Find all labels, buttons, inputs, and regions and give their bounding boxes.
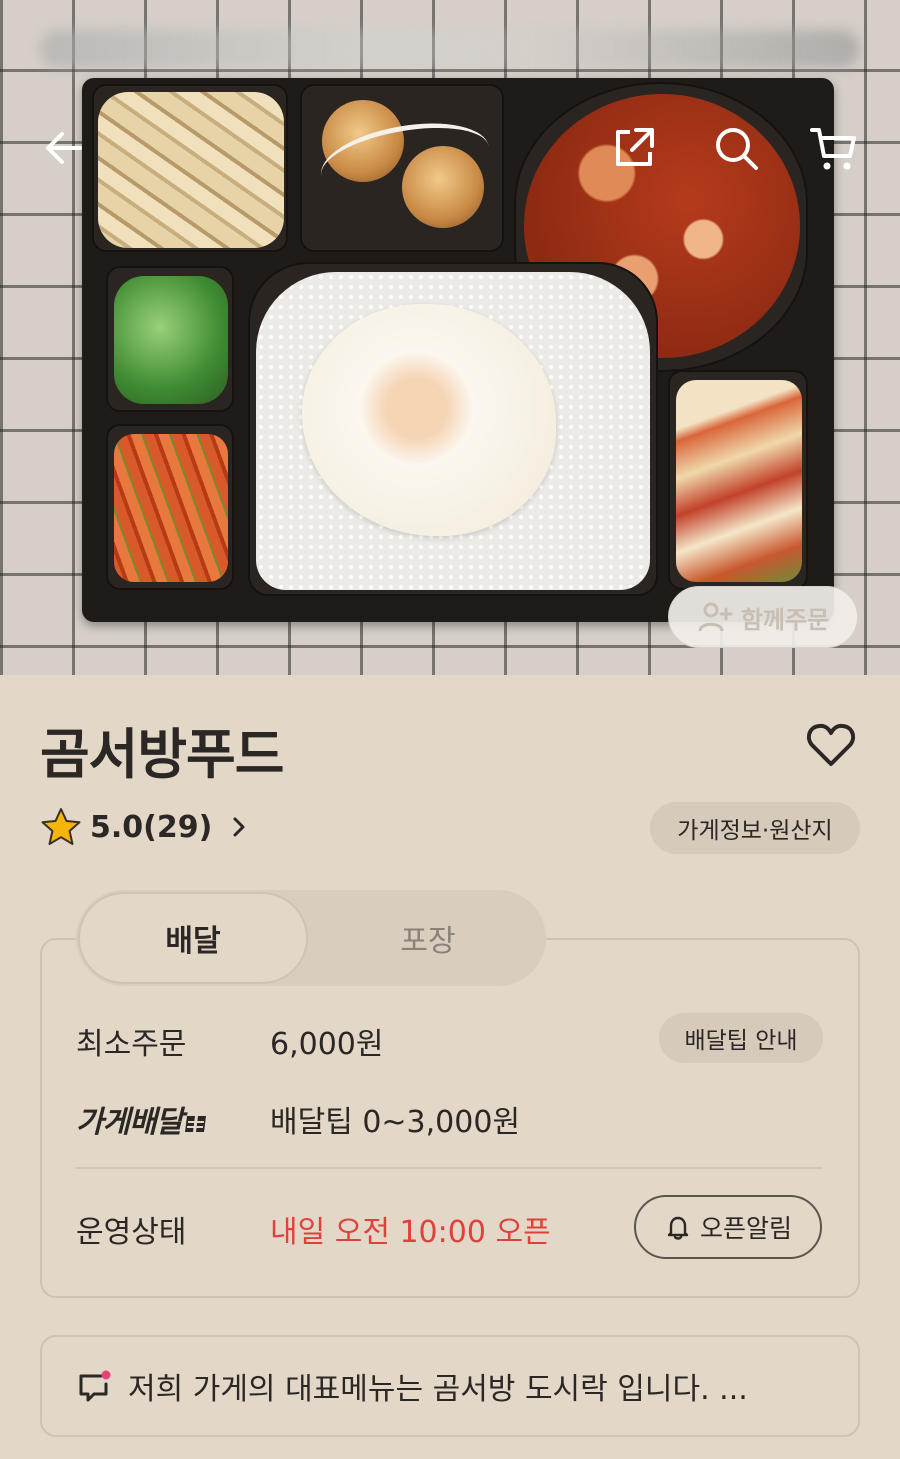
cart-button[interactable] xyxy=(808,122,860,174)
rating-link[interactable]: 5.0(29) xyxy=(40,803,254,851)
heart-outline-icon xyxy=(806,723,856,766)
search-icon xyxy=(716,128,758,170)
delivery-tip-value: 배달팁 0~3,000원 xyxy=(270,1105,521,1140)
min-order-value: 6,000원 xyxy=(270,1027,384,1062)
cart-icon xyxy=(810,128,856,170)
store-notice[interactable]: 저희 가게의 대표메뉴는 곰서방 도시락 입니다. ... xyxy=(40,1335,860,1437)
delivery-tip-info-button[interactable]: 배달팁 안내 xyxy=(659,1013,823,1063)
operating-status-value: 내일 오전 10:00 오픈 xyxy=(270,1215,551,1250)
store-name: 곰서방푸드 xyxy=(40,723,284,786)
back-button[interactable] xyxy=(40,122,92,174)
divider xyxy=(76,1167,822,1169)
group-order-button[interactable]: 함께주문 xyxy=(668,586,858,648)
status-bar xyxy=(40,30,860,68)
tab-delivery[interactable]: 배달 xyxy=(78,892,308,984)
bell-icon xyxy=(667,1216,689,1240)
tab-pickup[interactable]: 포장 xyxy=(312,890,544,986)
speech-bubble-icon xyxy=(79,1370,111,1402)
chevron-right-icon xyxy=(233,817,245,837)
order-type-tabs: 배달 포장 xyxy=(76,890,546,986)
group-order-label: 함께주문 xyxy=(740,605,830,634)
share-button[interactable] xyxy=(608,122,660,174)
open-alarm-button[interactable]: 오픈알림 xyxy=(634,1195,822,1259)
delivery-badge-icon xyxy=(185,1115,207,1132)
search-button[interactable] xyxy=(710,122,762,174)
min-order-label: 최소주문 xyxy=(76,1027,187,1062)
store-hero-image: 함께주문 xyxy=(0,0,900,675)
operating-status-label: 운영상태 xyxy=(76,1215,187,1250)
favorite-button[interactable] xyxy=(804,718,858,772)
store-info-button[interactable]: 가게정보·원산지 xyxy=(650,802,860,854)
open-alarm-label: 오픈알림 xyxy=(699,1214,792,1243)
rating-value: 5.0(29) xyxy=(90,809,213,845)
share-icon xyxy=(616,128,654,166)
store-delivery-label: 가게배달 xyxy=(76,1097,210,1141)
notice-text: 저희 가게의 대표메뉴는 곰서방 도시락 입니다. ... xyxy=(128,1372,748,1407)
star-icon xyxy=(41,808,81,845)
arrow-left-icon xyxy=(46,132,82,164)
add-person-icon xyxy=(698,602,733,632)
